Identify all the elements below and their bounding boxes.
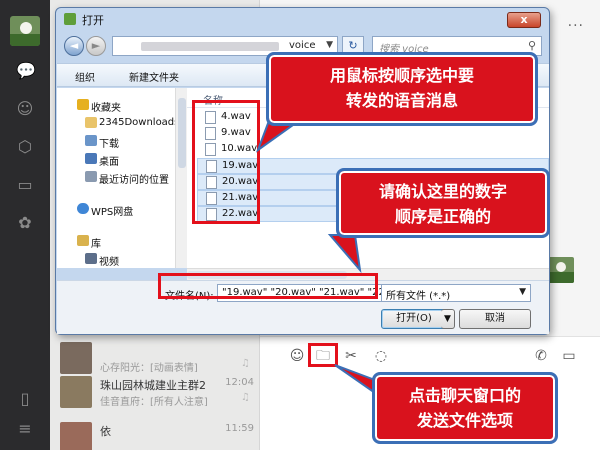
sender-avatar	[548, 257, 574, 283]
recent-icon	[85, 171, 97, 182]
organize-button[interactable]: 组织	[75, 69, 95, 84]
tree-item-favorites[interactable]: 收藏夹	[57, 96, 178, 114]
search-icon: ⚲	[527, 39, 536, 52]
open-button[interactable]: 打开(O)	[381, 309, 447, 329]
files-icon[interactable]: ▭	[16, 176, 34, 194]
highlight-send-file-icon	[308, 343, 338, 367]
folder-icon	[85, 117, 97, 128]
download-icon	[85, 135, 97, 146]
chat-name: 珠山园林城建业主群2	[100, 379, 206, 391]
chat-time: 12:04	[225, 377, 254, 388]
video-call-icon[interactable]: ▭	[560, 347, 578, 365]
current-folder-crumb[interactable]: voice	[289, 40, 315, 51]
forward-icon[interactable]: ►	[86, 36, 106, 56]
highlight-selected-files	[192, 100, 260, 224]
back-icon[interactable]: ◄	[64, 36, 84, 56]
filetype-value: 所有文件 (*.*)	[386, 291, 451, 302]
chat-history-icon[interactable]: ◌	[372, 347, 390, 365]
tree-item-label: 库	[91, 239, 101, 250]
voice-call-icon[interactable]: ✆	[532, 347, 550, 365]
chat-preview: 佳音直府：[所有人注意]	[100, 397, 208, 406]
screenshot-icon[interactable]: ✂	[342, 347, 360, 365]
tree-item-desktop[interactable]: 桌面	[57, 150, 178, 168]
navigation-scrollbar[interactable]	[175, 88, 187, 268]
phone-icon[interactable]: ▯	[16, 390, 34, 408]
chevron-down-icon[interactable]: ▼	[326, 40, 333, 50]
highlight-filename-field	[158, 273, 378, 299]
user-avatar[interactable]	[10, 16, 40, 46]
close-button[interactable]: x	[507, 12, 541, 28]
tree-item-label: 2345Downloads	[99, 117, 179, 128]
dialog-title: 打开	[82, 14, 104, 27]
tree-item-library[interactable]: 库	[57, 232, 178, 250]
tree-item-label: 桌面	[99, 157, 119, 168]
menu-icon[interactable]: ≡	[16, 420, 34, 438]
blurred-path	[141, 42, 279, 51]
emoji-icon[interactable]: ☺	[288, 347, 306, 365]
mute-icon: ♫	[241, 392, 250, 403]
tree-item-label: 收藏夹	[91, 103, 121, 114]
navigation-pane: 收藏夹 2345Downloads 下载 桌面 最近访问的位置 WPS网盘 库	[57, 88, 179, 268]
mute-icon: ♫	[241, 358, 250, 369]
wechat-icon	[64, 13, 76, 25]
library-icon	[77, 235, 89, 246]
tree-item-downloads-2345[interactable]: 2345Downloads	[57, 114, 179, 132]
chevron-down-icon: ▼	[519, 287, 526, 297]
filetype-select[interactable]: 所有文件 (*.*) ▼	[381, 284, 531, 302]
moments-icon[interactable]: ✿	[16, 214, 34, 232]
chat-avatar	[60, 376, 92, 408]
new-folder-button[interactable]: 新建文件夹	[129, 69, 179, 84]
tree-item-downloads[interactable]: 下载	[57, 132, 178, 150]
chat-icon[interactable]: 💬	[16, 62, 36, 80]
chat-list-item[interactable]: 依 11:59	[50, 418, 260, 450]
more-icon[interactable]: ···	[568, 18, 584, 34]
favorites-icon[interactable]: ⬡	[16, 138, 34, 156]
wechat-sidebar: 💬 ☺ ⬡ ▭ ✿ ▯ ≡	[0, 0, 50, 450]
callout-send-file: 点击聊天窗口的 发送文件选项	[372, 372, 558, 444]
desktop-icon	[85, 153, 97, 164]
tree-item-label: 下载	[99, 139, 119, 150]
cancel-button[interactable]: 取消	[459, 309, 531, 329]
tree-item-recent[interactable]: 最近访问的位置	[57, 168, 178, 186]
chat-avatar	[60, 342, 92, 374]
chat-time: 11:59	[225, 423, 254, 434]
callout-select-files: 用鼠标按顺序选中要 转发的语音消息	[266, 52, 538, 126]
tree-item-label: WPS网盘	[91, 207, 134, 218]
chat-avatar	[60, 422, 92, 450]
tree-item-wps[interactable]: WPS网盘	[57, 200, 178, 218]
open-options-icon[interactable]: ▼	[441, 309, 455, 329]
tree-item-videos[interactable]: 视频	[57, 250, 178, 268]
cloud-icon	[77, 203, 89, 214]
dialog-titlebar: 打开 x	[56, 8, 549, 30]
chat-preview: 心存阳光：[动画表情]	[100, 363, 198, 372]
star-icon	[77, 99, 89, 110]
chat-list-item[interactable]: 珠山园林城建业主群2 佳音直府：[所有人注意] 12:04 ♫	[50, 372, 260, 412]
callout-confirm-order: 请确认这里的数字 顺序是正确的	[336, 168, 550, 238]
chat-name	[100, 343, 210, 357]
contacts-icon[interactable]: ☺	[16, 100, 34, 118]
tree-item-label: 最近访问的位置	[99, 175, 169, 186]
tree-item-label: 视频	[99, 257, 119, 268]
chat-name: 依	[100, 425, 111, 437]
video-icon	[85, 253, 97, 264]
